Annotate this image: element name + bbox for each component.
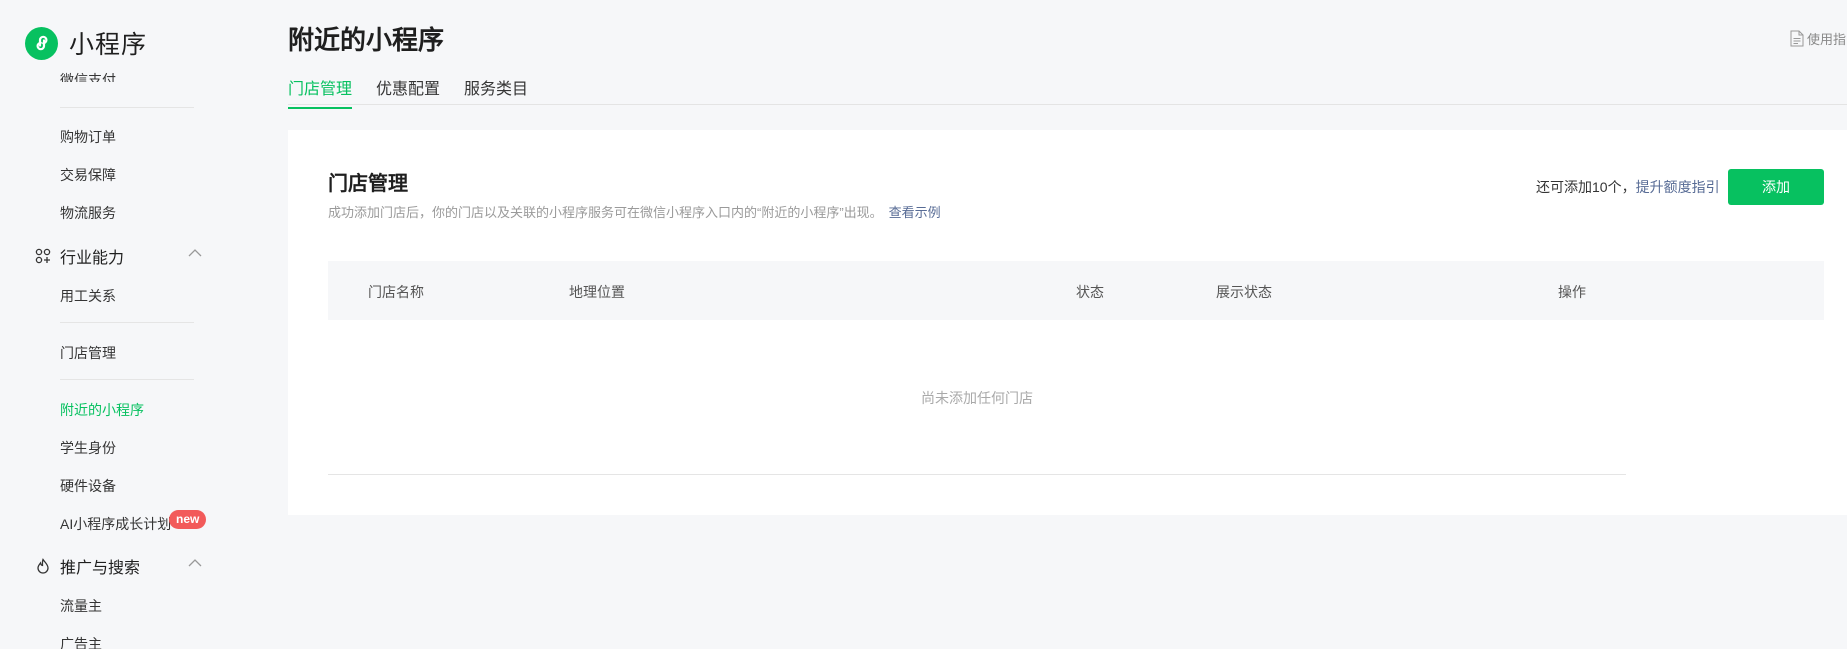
sidebar-item-employment[interactable]: 用工关系	[60, 286, 116, 306]
new-badge: new	[169, 510, 207, 529]
sidebar-item-advertiser[interactable]: 广告主	[60, 634, 102, 649]
column-header-status: 状态	[1076, 284, 1104, 300]
chevron-up-icon[interactable]	[188, 554, 202, 572]
sidebar-group-label: 行业能力	[60, 250, 125, 267]
sidebar-item-store-management[interactable]: 门店管理	[60, 343, 116, 363]
usage-guide-link[interactable]: 使用指	[1790, 29, 1846, 48]
page-title: 附近的小程序	[288, 25, 445, 55]
sidebar-divider	[60, 322, 194, 323]
document-icon	[1790, 30, 1804, 47]
sidebar-group-label: 推广与搜索	[60, 560, 141, 577]
table-header: 门店名称 地理位置 状态 展示状态 操作	[328, 261, 1824, 320]
sidebar-divider	[60, 107, 194, 108]
sidebar-item-hardware[interactable]: 硬件设备	[60, 476, 116, 496]
view-example-link[interactable]: 查看示例	[889, 205, 941, 220]
quota-text: 还可添加10个，	[1536, 179, 1636, 195]
miniprogram-logo-icon	[25, 26, 58, 60]
column-header-store-name: 门店名称	[368, 284, 424, 300]
quota-guide-link[interactable]: 提升额度指引	[1636, 179, 1720, 195]
sidebar-group-promotion[interactable]: 推广与搜索	[34, 554, 202, 578]
card-title: 门店管理	[328, 173, 408, 195]
sidebar-item-logistics[interactable]: 物流服务	[60, 203, 116, 223]
usage-guide-label: 使用指	[1807, 32, 1847, 47]
column-header-location: 地理位置	[569, 284, 625, 300]
sidebar-divider	[60, 379, 194, 380]
tab-divider	[288, 104, 1847, 105]
chevron-up-icon[interactable]	[188, 244, 202, 262]
card-description: 成功添加门店后，你的门店以及关联的小程序服务可在微信小程序入口内的“附近的小程序…	[328, 202, 941, 221]
empty-state-text: 尚未添加任何门店	[921, 390, 1033, 406]
sidebar-item-shopping-orders[interactable]: 购物订单	[60, 127, 116, 147]
sidebar-item-nearby-miniprogram[interactable]: 附近的小程序	[60, 400, 144, 420]
sidebar: 小程序 微信支付 购物订单 交易保障 物流服务 行业能力 用工关系 门店管理 附…	[0, 0, 260, 649]
promotion-icon	[34, 557, 52, 575]
sidebar-item-ai-growth-plan[interactable]: AI小程序成长计划	[60, 514, 171, 534]
sidebar-item-trade-guarantee[interactable]: 交易保障	[60, 165, 116, 185]
app-name: 小程序	[69, 31, 148, 59]
sidebar-item-wechat-pay[interactable]: 微信支付	[60, 70, 116, 82]
app-logo[interactable]: 小程序	[25, 25, 147, 61]
add-store-button[interactable]: 添加	[1728, 169, 1824, 205]
table-bottom-line	[328, 474, 1626, 475]
sidebar-group-industry[interactable]: 行业能力	[34, 244, 202, 268]
sidebar-item-traffic-master[interactable]: 流量主	[60, 596, 102, 616]
column-header-actions: 操作	[1558, 284, 1586, 300]
page: 小程序 微信支付 购物订单 交易保障 物流服务 行业能力 用工关系 门店管理 附…	[0, 0, 1847, 649]
industry-icon	[34, 247, 52, 265]
store-management-card: 门店管理 成功添加门店后，你的门店以及关联的小程序服务可在微信小程序入口内的“附…	[288, 130, 1847, 515]
column-header-display-status: 展示状态	[1216, 284, 1272, 300]
description-text: 成功添加门店后，你的门店以及关联的小程序服务可在微信小程序入口内的“附近的小程序…	[328, 205, 883, 220]
quota-info: 还可添加10个，提升额度指引	[1536, 177, 1720, 197]
sidebar-item-student-identity[interactable]: 学生身份	[60, 438, 116, 458]
